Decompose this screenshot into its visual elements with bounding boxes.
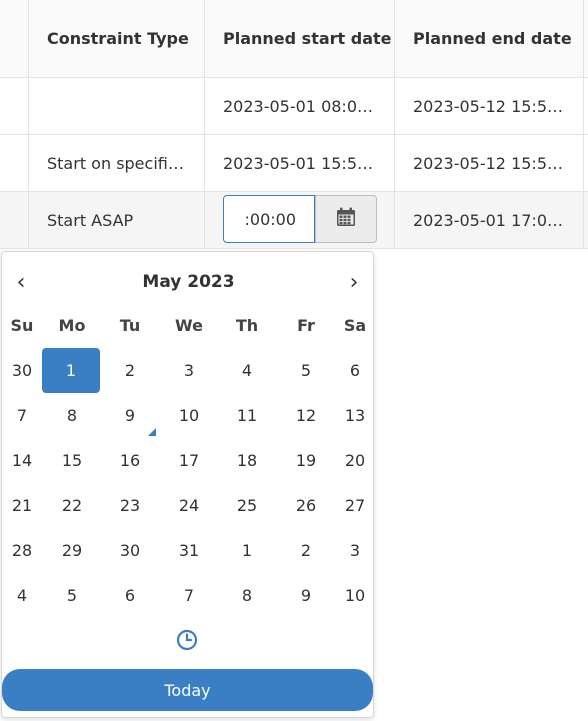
datepicker-popup: ‹ May 2023 › Su Mo Tu We Th Fr Sa 30 1 2 3 4 5 6 7 8 9 1… bbox=[1, 251, 374, 718]
weekday-label: Th bbox=[235, 315, 259, 335]
next-month-button[interactable]: › bbox=[337, 266, 371, 298]
weekday-header: Su Mo Tu We Th Fr Sa bbox=[2, 310, 373, 340]
datepicker-header: ‹ May 2023 › bbox=[2, 266, 373, 298]
calendar-day[interactable]: 26 bbox=[278, 483, 334, 528]
calendar-day[interactable]: 18 bbox=[219, 438, 275, 483]
calendar-day[interactable]: 25 bbox=[219, 483, 275, 528]
weekday-label: Fr bbox=[297, 315, 315, 335]
planned-end-cell[interactable]: 2023-05-12 15:5… bbox=[395, 135, 583, 191]
calendar-day[interactable]: 31 bbox=[161, 528, 217, 573]
day-grid: 30 1 2 3 4 5 6 7 8 9 10 11 12 13 14 15 16 17 18 19 20 21 22 23 2… bbox=[2, 348, 373, 618]
calendar-day[interactable]: 19 bbox=[278, 438, 334, 483]
calendar-day[interactable]: 10 bbox=[327, 573, 383, 618]
calendar-day[interactable]: 9 bbox=[102, 393, 158, 438]
constraint-type-cell[interactable] bbox=[29, 78, 204, 134]
row-indicator bbox=[0, 78, 28, 134]
calendar-day[interactable]: 5 bbox=[44, 573, 100, 618]
planned-end-cell[interactable]: 2023-05-01 17:0… bbox=[395, 192, 583, 248]
calendar-day[interactable]: 24 bbox=[161, 483, 217, 528]
calendar-day[interactable]: 8 bbox=[44, 393, 100, 438]
calendar-day[interactable]: 30 bbox=[102, 528, 158, 573]
row-indicator bbox=[0, 192, 28, 248]
calendar-day[interactable]: 13 bbox=[327, 393, 383, 438]
calendar-day[interactable]: 29 bbox=[44, 528, 100, 573]
weekday-label: We bbox=[175, 315, 203, 335]
calendar-day[interactable]: 9 bbox=[278, 573, 334, 618]
calendar-day[interactable]: 5 bbox=[278, 348, 334, 393]
column-divider bbox=[394, 0, 395, 249]
column-header-planned-start[interactable]: Planned start date bbox=[205, 0, 394, 77]
calendar-day[interactable]: 14 bbox=[0, 438, 50, 483]
time-toggle-button[interactable] bbox=[175, 629, 199, 655]
calendar-day[interactable]: 22 bbox=[44, 483, 100, 528]
table-row[interactable]: 2023-05-01 08:0… 2023-05-12 15:5… bbox=[0, 78, 588, 135]
calendar-day[interactable]: 1 bbox=[219, 528, 275, 573]
today-button[interactable]: Today bbox=[2, 669, 373, 711]
calendar-day[interactable]: 16 bbox=[102, 438, 158, 483]
planned-start-cell[interactable]: 2023-05-01 08:0… bbox=[205, 78, 394, 134]
date-edit-input[interactable]: :00:00 bbox=[223, 195, 315, 243]
calendar-day[interactable]: 7 bbox=[0, 393, 50, 438]
column-header-empty bbox=[0, 0, 28, 77]
column-header-planned-end[interactable]: Planned end date bbox=[395, 0, 583, 77]
weekday-label: Mo bbox=[58, 315, 86, 335]
calendar-day[interactable]: 4 bbox=[0, 573, 50, 618]
calendar-day[interactable]: 21 bbox=[0, 483, 50, 528]
column-divider bbox=[204, 0, 205, 249]
weekday-label: Sa bbox=[343, 315, 367, 335]
calendar-day[interactable]: 2 bbox=[102, 348, 158, 393]
planned-end-cell[interactable]: 2023-05-12 15:5… bbox=[395, 78, 583, 134]
calendar-day[interactable]: 12 bbox=[278, 393, 334, 438]
row-indicator bbox=[0, 135, 28, 191]
calendar-day[interactable]: 10 bbox=[161, 393, 217, 438]
calendar-day[interactable]: 15 bbox=[44, 438, 100, 483]
calendar-toggle-button[interactable] bbox=[315, 195, 377, 243]
calendar-day[interactable]: 3 bbox=[161, 348, 217, 393]
month-title[interactable]: May 2023 bbox=[62, 266, 315, 298]
table-row[interactable]: Start on specifi… 2023-05-01 15:5… 2023-… bbox=[0, 135, 588, 192]
calendar-day[interactable]: 3 bbox=[327, 528, 383, 573]
calendar-day[interactable]: 28 bbox=[0, 528, 50, 573]
calendar-day[interactable]: 11 bbox=[219, 393, 275, 438]
clock-icon bbox=[176, 629, 198, 655]
prev-month-button[interactable]: ‹ bbox=[4, 266, 38, 298]
calendar-day[interactable]: 8 bbox=[219, 573, 275, 618]
weekday-label: Tu bbox=[119, 315, 141, 335]
calendar-day[interactable]: 7 bbox=[161, 573, 217, 618]
calendar-day[interactable]: 27 bbox=[327, 483, 383, 528]
grid-header-row: Constraint Type Planned start date Plann… bbox=[0, 0, 588, 78]
calendar-day[interactable]: 4 bbox=[219, 348, 275, 393]
calendar-day[interactable]: 6 bbox=[327, 348, 383, 393]
column-divider bbox=[583, 0, 584, 249]
column-header-constraint-type[interactable]: Constraint Type bbox=[29, 0, 204, 77]
calendar-day[interactable]: 6 bbox=[102, 573, 158, 618]
calendar-day[interactable]: 1 bbox=[42, 348, 100, 393]
calendar-day[interactable]: 2 bbox=[278, 528, 334, 573]
date-edit-value: :00:00 bbox=[244, 209, 297, 229]
column-divider bbox=[28, 0, 29, 249]
constraint-type-cell[interactable]: Start on specifi… bbox=[29, 135, 204, 191]
calendar-icon bbox=[336, 207, 356, 231]
calendar-day[interactable]: 17 bbox=[161, 438, 217, 483]
calendar-day[interactable]: 20 bbox=[327, 438, 383, 483]
planned-start-cell[interactable]: 2023-05-01 15:5… bbox=[205, 135, 394, 191]
constraint-type-cell[interactable]: Start ASAP bbox=[29, 192, 204, 248]
weekday-label: Su bbox=[10, 315, 34, 335]
calendar-day[interactable]: 23 bbox=[102, 483, 158, 528]
